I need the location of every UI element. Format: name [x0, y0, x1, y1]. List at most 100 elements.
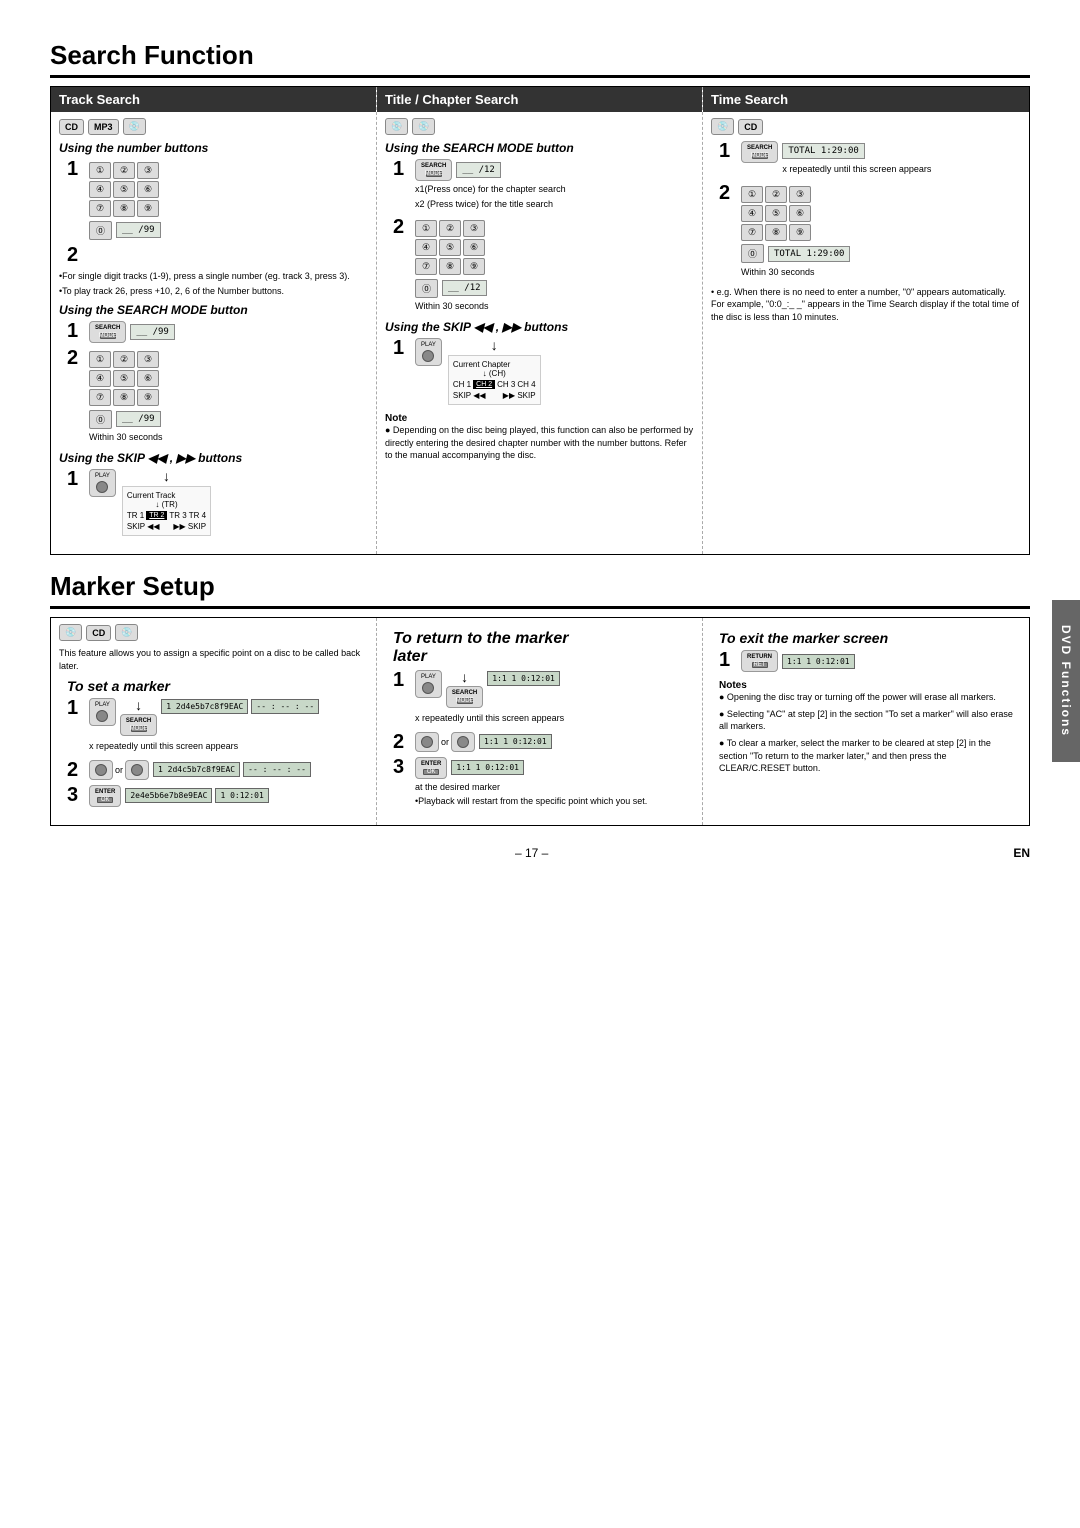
track-search-display: __ /99: [130, 324, 175, 340]
marker-display-1b: -- : -- : --: [251, 699, 319, 714]
tr4-label: TR 4: [189, 511, 206, 520]
ch1-label: CH 1: [453, 380, 471, 389]
num-btn-6[interactable]: ⑥: [137, 181, 159, 198]
num-btn[interactable]: ⑥: [463, 239, 485, 256]
time-device-icons: 💿 CD: [711, 118, 1021, 135]
num-btn[interactable]: ①: [89, 351, 111, 368]
num-btn[interactable]: ①: [415, 220, 437, 237]
num-btn-1[interactable]: ①: [89, 162, 111, 179]
num-btn-4[interactable]: ④: [89, 181, 111, 198]
num-btn[interactable]: ⑨: [137, 389, 159, 406]
step-body: ① ② ③ ④ ⑤ ⑥ ⑦ ⑧ ⑨ ⓪ __ /99 Within 30: [89, 348, 360, 445]
dvd-icon: 💿: [711, 118, 734, 135]
num-btn-3[interactable]: ③: [137, 162, 159, 179]
play-btn: [96, 710, 108, 722]
return-btn: RET: [752, 662, 768, 668]
marker-section: Marker Setup 💿 CD 💿 This feature allows …: [50, 571, 1030, 826]
num-btn[interactable]: ⑥: [789, 205, 811, 222]
num-btn[interactable]: ⑦: [89, 389, 111, 406]
within-30-text: Within 30 seconds: [89, 432, 360, 442]
num-btn[interactable]: ③: [789, 186, 811, 203]
set-marker-step-2: 2 or: [59, 760, 368, 780]
enter-remote: ENTER OK: [415, 757, 447, 779]
ch2-label: CH 2: [473, 380, 495, 389]
step-num: 2: [719, 183, 735, 203]
num-btn[interactable]: ④: [89, 370, 111, 387]
num-btn-0[interactable]: ⓪: [89, 221, 112, 240]
num-btn[interactable]: ②: [765, 186, 787, 203]
num-btn[interactable]: ⑨: [463, 258, 485, 275]
num-btn[interactable]: ③: [137, 351, 159, 368]
num-btn[interactable]: ⑤: [765, 205, 787, 222]
num-btn-2[interactable]: ②: [113, 162, 135, 179]
arrow-down: ↓: [122, 469, 211, 483]
num-btn[interactable]: ①: [741, 186, 763, 203]
step-body: PLAY ↓ Current Chapter ↓ (CH) CH 1 CH 2: [415, 338, 686, 408]
step-num: 3: [393, 757, 409, 777]
btn-a: [415, 732, 439, 752]
search-mode-remote: SEARCH MODE: [415, 159, 452, 181]
title-step-1: 1 SEARCH MODE __ /12 x1(Press once) for …: [385, 159, 694, 212]
num-btn-7[interactable]: ⑦: [89, 200, 111, 217]
arrow-down: ↓: [448, 338, 541, 352]
time-search-column: Time Search 💿 CD 1 SEARCH MODE: [703, 87, 1029, 554]
track-bar: TR 1 TR 2 TR 3 TR 4: [127, 511, 206, 520]
step-num: 2: [393, 732, 409, 752]
track-search-mode-title: Using the SEARCH MODE button: [59, 303, 368, 317]
skip-right: ▶▶ SKIP: [503, 391, 536, 400]
chapter-bar: CH 1 CH 2 CH 3 CH 4: [453, 380, 536, 389]
num-btn[interactable]: ⓪: [415, 279, 438, 298]
step-num: 2: [67, 348, 83, 368]
num-btn[interactable]: ②: [439, 220, 461, 237]
cd-icon: CD: [59, 119, 84, 135]
tr3-label: TR 3: [169, 511, 186, 520]
title-chapter-header: Title / Chapter Search: [377, 87, 702, 112]
play-remote-icon: PLAY: [89, 469, 116, 497]
num-btn-5[interactable]: ⑤: [113, 181, 135, 198]
note-text: ● Depending on the disc being played, th…: [385, 424, 694, 462]
btn-a: [89, 760, 113, 780]
track-search-step-2: 2 ① ② ③ ④ ⑤ ⑥ ⑦ ⑧ ⑨ ⓪ __ /: [59, 348, 368, 445]
step-num: 2: [67, 760, 83, 780]
num-btn-9[interactable]: ⑨: [137, 200, 159, 217]
ch3-label: CH 3: [497, 380, 515, 389]
title-chapter-search-column: Title / Chapter Search 💿 💿 Using the SEA…: [377, 87, 703, 554]
num-btn[interactable]: ⓪: [741, 244, 764, 263]
num-btn[interactable]: ⑧: [439, 258, 461, 275]
num-btn[interactable]: ④: [741, 205, 763, 222]
num-btn-8[interactable]: ⑧: [113, 200, 135, 217]
num-btn[interactable]: ③: [463, 220, 485, 237]
num-btn[interactable]: ②: [113, 351, 135, 368]
note-2: ● Selecting "AC" at step [2] in the sect…: [719, 708, 1013, 733]
num-btn[interactable]: ⑦: [415, 258, 437, 275]
play-btn: [422, 350, 434, 362]
cd-icon: CD: [738, 119, 763, 135]
num-btn[interactable]: ⑤: [439, 239, 461, 256]
section-title-marker: Marker Setup: [50, 571, 1030, 609]
play-btn: [96, 481, 108, 493]
exit-notes: Notes ● Opening the disc tray or turning…: [711, 680, 1021, 775]
track-bullets: •For single digit tracks (1-9), press a …: [59, 270, 368, 297]
section-title-search: Search Function: [50, 40, 1030, 78]
track-search-header: Track Search: [51, 87, 376, 112]
num-btn[interactable]: ⑦: [741, 224, 763, 241]
playback-restart-note: •Playback will restart from the specific…: [415, 795, 686, 808]
num-btn[interactable]: ⑨: [789, 224, 811, 241]
num-btn[interactable]: ⑤: [113, 370, 135, 387]
time-repeat-desc: x repeatedly until this screen appears: [782, 163, 931, 176]
num-btn[interactable]: ⑧: [113, 389, 135, 406]
num-btn[interactable]: ⑧: [765, 224, 787, 241]
set-marker-step-1: 1 PLAY ↓ SEARCH MODE: [59, 698, 368, 755]
num-btn[interactable]: ⑥: [137, 370, 159, 387]
play-remote-title: PLAY: [415, 338, 442, 366]
step-body: SEARCH MODE __ /99: [89, 321, 360, 343]
marker-intro: This feature allows you to assign a spec…: [59, 647, 368, 672]
search-time-remote: SEARCH MODE: [741, 141, 778, 163]
skip-left-label: SKIP ◀◀: [127, 522, 160, 531]
set-marker-step-3: 3 ENTER OK 2e4e5b6e7b8e9EAC 1 0:12:01: [59, 785, 368, 807]
num-btn[interactable]: ⓪: [89, 410, 112, 429]
step-body: SEARCH MODE TOTAL 1:29:00 x repeatedly u…: [741, 141, 1013, 178]
set-marker-column: 💿 CD 💿 This feature allows you to assign…: [51, 618, 377, 825]
num-btn[interactable]: ④: [415, 239, 437, 256]
search-btn: MODE: [457, 698, 473, 704]
